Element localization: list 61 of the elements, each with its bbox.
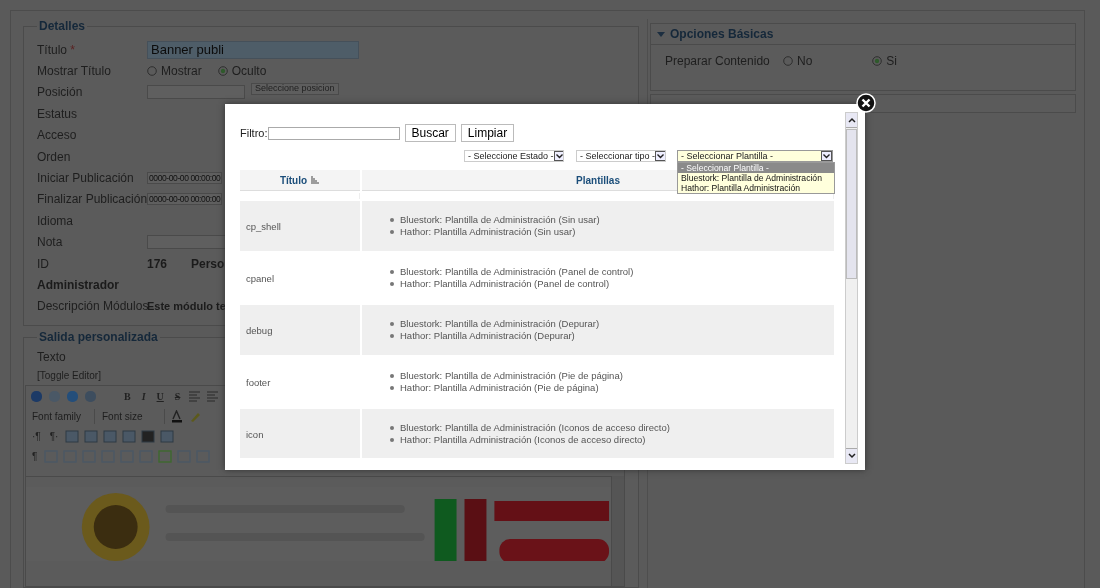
field-label: Iniciar Publicación bbox=[37, 171, 135, 186]
template-item: Hathor: Plantilla Administración (Panel de control) bbox=[400, 278, 610, 290]
font-dropdown[interactable]: Font family bbox=[30, 408, 95, 424]
field-label: Preparar Contenido bbox=[665, 53, 771, 68]
format-button[interactable]: U bbox=[153, 390, 167, 402]
field-label: Administrador bbox=[37, 278, 120, 292]
id-value: 176 bbox=[147, 256, 169, 271]
field-label: ID bbox=[37, 256, 50, 271]
dropdown-option[interactable]: - Seleccionar Plantilla - bbox=[678, 163, 834, 173]
field-label: Texto bbox=[37, 350, 67, 364]
column-header[interactable]: Título bbox=[240, 170, 360, 191]
template-item: Hathor: Plantilla Administración (Iconos de acceso directo) bbox=[400, 434, 646, 446]
table-cell[interactable]: cp_shell bbox=[246, 220, 281, 232]
radio-option[interactable]: Oculto bbox=[217, 64, 267, 79]
template-item: Hathor: Plantilla Administración (Pie de página) bbox=[400, 382, 599, 394]
field-label: Título * bbox=[37, 42, 77, 57]
table-cell[interactable]: footer bbox=[246, 376, 271, 388]
filter-button[interactable]: Buscar bbox=[404, 124, 456, 142]
field-label: Estatus bbox=[37, 106, 79, 121]
radio-option[interactable]: No bbox=[783, 53, 813, 68]
field-label: Perso bbox=[191, 256, 225, 271]
template-item: Bluestork: Plantilla de Administración (Panel de control) bbox=[400, 266, 634, 278]
template-item: Hathor: Plantilla Administración (Sin usar) bbox=[400, 226, 576, 238]
show-marks-button[interactable]: ¶ bbox=[30, 450, 40, 462]
template-item: Hathor: Plantilla Administración (Depurar) bbox=[400, 330, 575, 342]
template-item: Bluestork: Plantilla de Administración (Sin usar) bbox=[400, 214, 600, 226]
section-title: Salida personalizada bbox=[38, 330, 159, 344]
paragraph-button[interactable]: ·¶ bbox=[30, 430, 43, 442]
field-label: Finalizar Publicación bbox=[37, 192, 147, 207]
table-cell[interactable]: debug bbox=[246, 324, 273, 336]
dropdown-option[interactable]: Bluestork: Plantilla de Administración bbox=[678, 173, 834, 183]
section-title: Detalles bbox=[38, 19, 87, 33]
field-label: Mostrar Título bbox=[37, 64, 112, 79]
date-field[interactable]: 0000-00-00 00:00:00 bbox=[147, 193, 223, 206]
table-cell[interactable]: icon bbox=[246, 428, 264, 440]
format-button[interactable]: I bbox=[138, 390, 149, 402]
date-field[interactable]: 0000-00-00 00:00:00 bbox=[147, 172, 223, 185]
description-text: Este módulo te bbox=[147, 300, 226, 313]
dropdown-option[interactable]: Hathor: Plantilla Administración bbox=[678, 183, 834, 193]
field-label: Nota bbox=[37, 235, 64, 250]
field-label: Idioma bbox=[37, 213, 75, 228]
format-button[interactable]: B bbox=[121, 390, 134, 402]
options-header[interactable]: Opciones Básicas bbox=[651, 24, 1075, 45]
filter-dropdown[interactable]: - Seleccione Estado - bbox=[464, 150, 564, 162]
filter-button[interactable]: Limpiar bbox=[460, 124, 515, 142]
template-item: Bluestork: Plantilla de Administración (Pie de página) bbox=[400, 370, 623, 382]
font-dropdown[interactable]: Font size bbox=[100, 408, 165, 424]
format-button[interactable]: S bbox=[171, 390, 184, 402]
radio-option[interactable]: Mostrar bbox=[147, 64, 202, 79]
field-label: Descripción Módulos bbox=[37, 299, 147, 314]
table-cell[interactable]: cpanel bbox=[246, 272, 274, 284]
title-field[interactable]: Banner publi bbox=[147, 40, 359, 59]
template-item: Bluestork: Plantilla de Administración (Iconos de acceso directo) bbox=[400, 422, 670, 434]
filter-label: Filtro: bbox=[240, 127, 268, 139]
paragraph-button[interactable]: ¶· bbox=[47, 430, 61, 442]
field-label: Orden bbox=[37, 149, 72, 164]
field-label: Acceso bbox=[37, 128, 78, 143]
template-item: Bluestork: Plantilla de Administración (Depurar) bbox=[400, 318, 600, 330]
filter-dropdown[interactable]: - Seleccionar tipo - bbox=[576, 150, 666, 162]
field-label: Posición bbox=[37, 85, 84, 100]
radio-option[interactable]: Si bbox=[872, 53, 897, 68]
